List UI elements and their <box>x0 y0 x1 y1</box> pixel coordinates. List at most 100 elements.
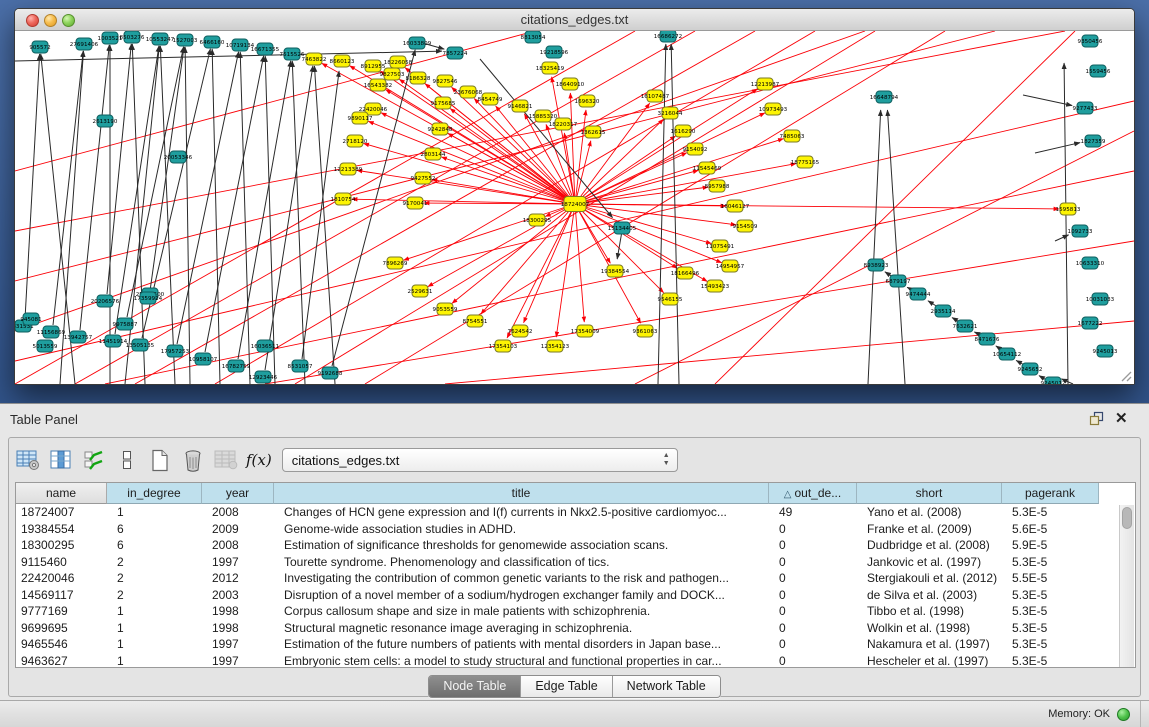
graph-node[interactable]: 1696320 <box>575 95 600 107</box>
graph-node[interactable]: 6879197 <box>886 275 911 287</box>
graph-node[interactable]: 12923446 <box>249 371 278 383</box>
graph-node[interactable]: 18640910 <box>556 78 585 90</box>
graph-node[interactable]: 9827546 <box>433 75 458 87</box>
graph-node[interactable]: 19218596 <box>540 46 569 58</box>
graph-node[interactable]: 2718120 <box>343 135 368 147</box>
column-header-name[interactable]: name <box>16 483 107 504</box>
graph-node[interactable]: 1677222 <box>1078 317 1103 329</box>
graph-node[interactable]: 8660123 <box>330 55 355 67</box>
graph-node[interactable]: 20206576 <box>91 295 120 307</box>
table-row[interactable]: 911546021997Tourette syndrome. Phenomeno… <box>16 554 1135 571</box>
graph-node[interactable]: 9361063 <box>633 325 658 337</box>
table-row[interactable]: 2242004622012Investigating the contribut… <box>16 570 1135 587</box>
graph-node[interactable]: 27691406 <box>70 38 99 50</box>
tab-node-table[interactable]: Node Table <box>429 676 521 697</box>
graph-node[interactable]: 7857224 <box>443 47 468 59</box>
column-header-title[interactable]: title <box>274 483 769 504</box>
graph-node[interactable]: 12354123 <box>541 340 570 352</box>
graph-node[interactable]: 2935114 <box>931 305 956 317</box>
table-row[interactable]: 977716911998Corpus callosum shape and si… <box>16 603 1135 620</box>
graph-node[interactable]: 10031033 <box>1086 293 1115 305</box>
column-header-year[interactable]: year <box>202 483 274 504</box>
table-row[interactable]: 969969511998Structural magnetic resonanc… <box>16 620 1135 637</box>
graph-node[interactable]: 8957988 <box>705 180 730 192</box>
graph-node[interactable]: 9277433 <box>1073 102 1098 114</box>
graph-node[interactable]: 10958107 <box>189 353 218 365</box>
graph-node[interactable]: 12213987 <box>751 78 780 90</box>
graph-node[interactable]: 7624542 <box>508 325 533 337</box>
new-table-icon[interactable] <box>147 448 173 472</box>
graph-node[interactable]: 16782759 <box>222 360 251 372</box>
graph-node[interactable]: 1827359 <box>1081 135 1106 147</box>
table-row[interactable]: 1830029562008Estimation of significance … <box>16 537 1135 554</box>
graph-node[interactable]: 7632621 <box>953 320 978 332</box>
graph-node[interactable]: 1092733 <box>1068 225 1093 237</box>
column-header-short[interactable]: short <box>857 483 1002 504</box>
graph-node[interactable]: 18775165 <box>791 156 820 168</box>
graph-node[interactable]: 15493423 <box>701 280 730 292</box>
graph-node[interactable]: 8813054 <box>521 31 546 43</box>
select-all-icon[interactable] <box>81 448 107 472</box>
graph-node[interactable]: 9242848 <box>428 123 453 135</box>
graph-node[interactable]: 13942757 <box>64 331 93 343</box>
graph-node[interactable]: 16107487 <box>641 90 670 102</box>
float-window-icon[interactable] <box>1089 411 1105 427</box>
graph-node[interactable]: 7896269 <box>383 257 408 269</box>
graph-node[interactable]: 18166496 <box>671 267 700 279</box>
delete-icon[interactable] <box>180 448 206 472</box>
graph-node[interactable]: 10973493 <box>759 103 788 115</box>
graph-node[interactable]: 8754551 <box>463 315 488 327</box>
graph-node[interactable]: 11451914 <box>99 335 128 347</box>
graph-node[interactable]: 11545469 <box>693 162 722 174</box>
scrollbar-thumb[interactable] <box>1122 507 1132 529</box>
table-select-dropdown[interactable]: citations_edges.txt ▲▼ <box>282 448 678 472</box>
graph-node[interactable]: 12213389 <box>334 163 363 175</box>
column-header-pagerank[interactable]: pagerank <box>1002 483 1099 504</box>
graph-node[interactable]: 945081 <box>20 313 42 325</box>
table-row[interactable]: 1456911722003Disruption of a novel membe… <box>16 587 1135 604</box>
graph-node[interactable]: 1595813 <box>1056 203 1081 215</box>
graph-node[interactable]: 905572 <box>29 41 50 53</box>
select-columns-icon[interactable] <box>48 448 74 472</box>
graph-node[interactable]: 11156869 <box>37 326 66 338</box>
graph-node[interactable]: 9350456 <box>1078 35 1103 47</box>
graph-node[interactable]: 17354103 <box>489 340 518 352</box>
column-header-in_degree[interactable]: in_degree <box>107 483 202 504</box>
graph-node[interactable]: 1527003 <box>173 34 198 46</box>
graph-node[interactable]: 9154509 <box>733 220 758 232</box>
graph-node[interactable]: 2529631 <box>408 285 433 297</box>
graph-node[interactable]: 9474444 <box>906 288 931 300</box>
graph-node[interactable]: 1559456 <box>1086 65 1111 77</box>
graph-node[interactable]: 16046127 <box>721 200 750 212</box>
rows-icon[interactable] <box>114 448 140 472</box>
graph-node[interactable]: 16036511 <box>251 340 280 352</box>
graph-node[interactable]: 8503276 <box>120 31 145 43</box>
graph-node[interactable]: 18724007 <box>561 197 590 212</box>
close-panel-icon[interactable]: ✕ <box>1115 409 1131 425</box>
resize-grip-icon[interactable] <box>1118 368 1132 382</box>
graph-node[interactable]: 6466160 <box>200 36 225 48</box>
graph-node[interactable]: 8531057 <box>288 360 313 372</box>
graph-node[interactable]: 9245652 <box>1018 363 1043 375</box>
delete-table-icon[interactable] <box>213 448 239 472</box>
graph-node[interactable]: 16671355 <box>251 43 280 55</box>
tab-edge-table[interactable]: Edge Table <box>521 676 612 697</box>
graph-node[interactable]: 9192688 <box>318 367 343 379</box>
graph-node[interactable]: 8912955 <box>361 60 386 72</box>
graph-node[interactable]: 7485063 <box>780 130 805 142</box>
graph-node[interactable]: 19384554 <box>601 265 630 277</box>
table-row[interactable]: 946554611997Estimation of the future num… <box>16 636 1135 653</box>
graph-node[interactable]: 2613190 <box>93 115 118 127</box>
graph-node[interactable]: 9175685 <box>431 97 456 109</box>
graph-node[interactable]: 10654112 <box>993 348 1021 360</box>
memory-ok-icon[interactable] <box>1117 708 1130 721</box>
function-builder-icon[interactable]: f(x) <box>246 451 272 469</box>
table-row[interactable]: 1872400712008Changes of HCN gene express… <box>16 504 1135 521</box>
table-row[interactable]: 1938455462009Genome-wide association stu… <box>16 521 1135 538</box>
graph-node[interactable]: 17354009 <box>571 325 600 337</box>
graph-node[interactable]: 9546155 <box>658 293 683 305</box>
graph-node[interactable]: 10553247 <box>146 33 175 45</box>
graph-node[interactable]: 10633310 <box>1076 257 1105 269</box>
graph-node[interactable]: 16648794 <box>870 91 899 103</box>
network-canvas[interactable]: 1872400718300295193845547463822866012389… <box>15 31 1134 384</box>
